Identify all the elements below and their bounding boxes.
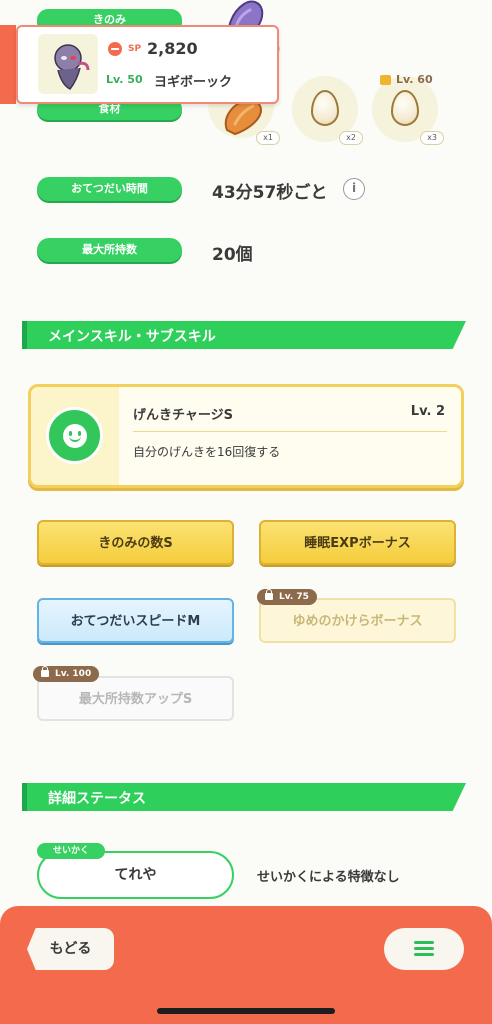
pokemon-name: ヨギボーック — [154, 75, 233, 90]
lock-icon — [380, 75, 391, 85]
main-skill-level: Lv. 2 — [410, 404, 445, 419]
lock-icon — [41, 666, 49, 677]
ingredient-mult-3: x3 — [420, 131, 444, 145]
main-skill-name: げんきチャージS — [133, 408, 233, 423]
pokemon-card[interactable]: SP 2,820 Lv. 50 ヨギボーック — [16, 25, 279, 104]
pokemon-portrait — [38, 34, 98, 94]
sub-skill-4-lock-tag: Lv. 75 — [257, 589, 317, 605]
menu-icon-line — [414, 941, 434, 944]
main-skill-divider — [133, 431, 447, 432]
sub-skill-3[interactable]: おてつだいスピードM — [37, 598, 234, 643]
sub-skill-5[interactable]: 最大所持数アップS — [37, 676, 234, 721]
nature-effect: せいかくによる特徴なし — [257, 870, 400, 885]
lock-level-label: Lv. 75 — [279, 592, 309, 602]
main-skill-description: 自分のげんきを16回復する — [133, 445, 281, 459]
sub-skill-5-lock-tag: Lv. 100 — [33, 666, 100, 682]
nature-tag: せいかく — [37, 843, 105, 859]
lock-icon — [265, 589, 273, 600]
max-carry-pill: 最大所持数 — [37, 238, 182, 262]
sp-value: 2,820 — [147, 39, 198, 58]
card-accent — [0, 25, 16, 104]
help-time-value: 43分57秒ごと — [212, 183, 328, 203]
skills-section-header: メインスキル・サブスキル — [22, 321, 466, 349]
egg-icon — [311, 90, 339, 126]
ingredient-mult-1: x1 — [256, 131, 280, 145]
skills-section-title: メインスキル・サブスキル — [48, 329, 216, 345]
main-skill-card[interactable]: げんきチャージS Lv. 2 自分のげんきを16回復する — [28, 384, 464, 488]
max-carry-value: 20個 — [212, 245, 253, 265]
details-section-title: 詳細ステータス — [48, 791, 146, 807]
main-skill-icon-area — [31, 387, 119, 485]
back-button[interactable]: もどる — [27, 928, 114, 970]
info-icon[interactable]: i — [343, 178, 365, 200]
home-indicator — [157, 1008, 335, 1014]
lock-level-label: Lv. 60 — [396, 73, 433, 86]
menu-icon-line — [414, 947, 434, 950]
ingredient-mult-2: x2 — [339, 131, 363, 145]
sp-icon — [108, 42, 122, 56]
help-time-pill: おてつだい時間 — [37, 177, 182, 201]
egg-icon — [391, 90, 419, 126]
pokemon-level: Lv. 50 — [106, 73, 143, 86]
smile-icon — [46, 407, 103, 464]
sub-skill-2[interactable]: 睡眠EXPボーナス — [259, 520, 456, 565]
sp-label: SP — [128, 44, 142, 54]
menu-button[interactable] — [384, 928, 464, 970]
menu-icon-line — [414, 953, 434, 956]
lock-level-label: Lv. 100 — [55, 669, 92, 679]
details-section-header: 詳細ステータス — [22, 783, 466, 811]
sub-skill-1[interactable]: きのみの数S — [37, 520, 234, 565]
